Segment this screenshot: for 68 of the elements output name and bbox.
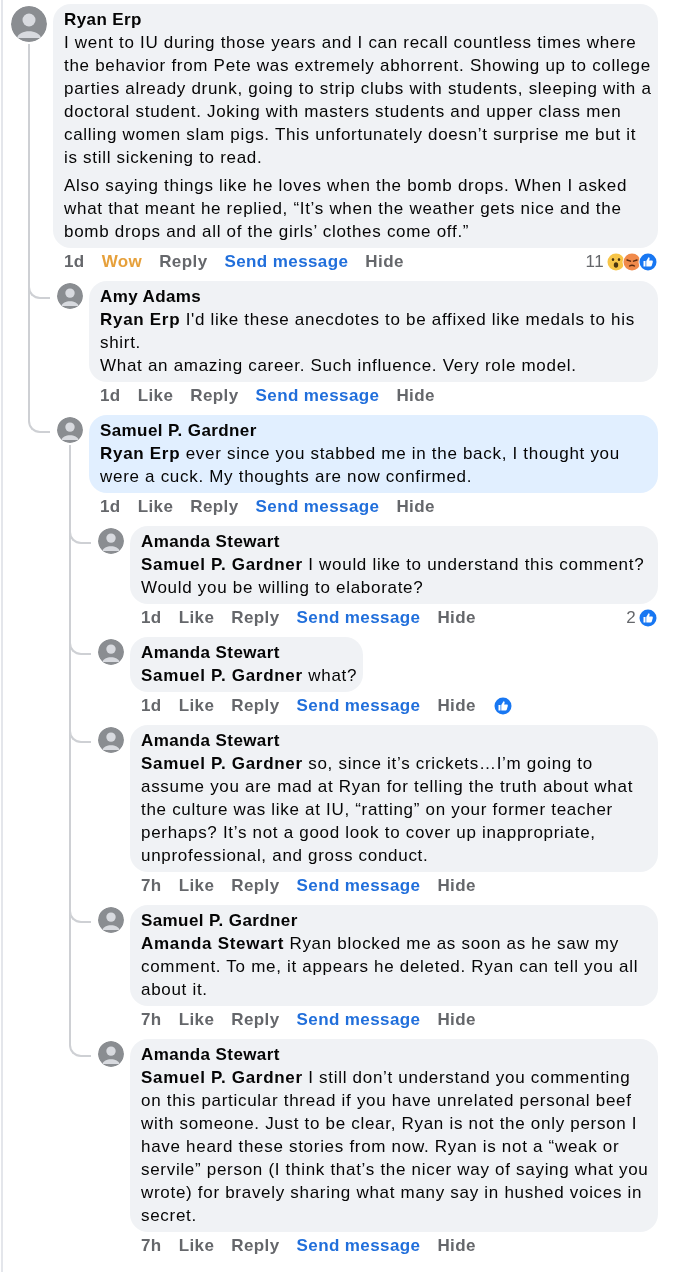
avatar[interactable] (98, 907, 124, 933)
hide-link[interactable]: Hide (396, 385, 435, 407)
avatar[interactable] (98, 727, 124, 753)
comment-text: Samuel P. Gardner I still don’t understand you commenting on this particular thread if you have unrelated personal beef with someone. Just to be clear, Ryan is not the only person I have heard these stories from now. Ryan is not a “weak or servile” person (I think that’s the nicer way of saying what you wrote) for bravely sharing what many say in hushed voices in secret. (141, 1067, 650, 1227)
like-link[interactable]: Like (178, 607, 215, 629)
reply-link[interactable]: Reply (231, 607, 280, 629)
timestamp[interactable]: 1d (64, 251, 85, 273)
like-link[interactable]: Like (178, 1009, 215, 1031)
reaction-count[interactable]: 2 (626, 607, 636, 629)
comment-text: Amanda Stewart Ryan blocked me as soon as he saw my comment. To me, it appears he deleted. Ryan can tell you all about it. (141, 933, 640, 1001)
author-name[interactable]: Amanda Stewart (141, 531, 652, 553)
hide-link[interactable]: Hide (365, 251, 404, 273)
send-message-link[interactable]: Send message (296, 695, 421, 717)
thread-connector (28, 415, 50, 433)
avatar[interactable] (98, 528, 124, 554)
send-message-link[interactable]: Send message (224, 251, 349, 273)
timestamp[interactable]: 1d (100, 385, 121, 407)
author-name[interactable]: Samuel P. Gardner (141, 910, 652, 932)
like-link[interactable]: Like (137, 385, 174, 407)
reply-link[interactable]: Reply (190, 385, 239, 407)
comment-text: Samuel P. Gardner what? (141, 665, 358, 687)
send-message-link[interactable]: Send message (255, 385, 380, 407)
comment-text: Also saying things like he loves when the bomb drops. When I asked what that meant he replied, “It’s when the weather gets nice and the bomb drops and all of the girls’ clothes come off.” (64, 175, 629, 243)
author-name[interactable]: Amanda Stewart (141, 642, 358, 664)
avatar[interactable] (11, 6, 47, 42)
timestamp[interactable]: 1d (141, 607, 162, 629)
comment-text: Ryan Erp ever since you stabbed me in the back, I thought you were a cuck. My thoughts are now confirmed. (100, 443, 621, 488)
thread-connector (69, 1039, 91, 1057)
comment-text: I went to IU during those years and I can recall countless times where the behavior from Pete was extremely abhorrent. Showing up to college parties already drunk, going to strip clubs with students, sleeping with a doctoral student. Joking with masters students and upper class men calling women slam pigs. This unfortunately doesn’t surprise me but it is still sickening to read. (64, 32, 652, 169)
send-message-link[interactable]: Send message (296, 607, 421, 629)
avatar[interactable] (57, 283, 83, 309)
send-message-link[interactable]: Send message (296, 875, 421, 897)
reply-link[interactable]: Reply (231, 1235, 280, 1257)
hide-link[interactable]: Hide (437, 695, 476, 717)
comment-text: Ryan Erp I'd like these anecdotes to be affixed like medals to his shirt. What an amazing career. Such influence. Very role model. (100, 309, 636, 377)
avatar[interactable] (98, 639, 124, 665)
like-link[interactable]: Like (178, 695, 215, 717)
reply-link[interactable]: Reply (231, 1009, 280, 1031)
like-link[interactable]: Like (178, 1235, 215, 1257)
send-message-link[interactable]: Send message (296, 1009, 421, 1031)
author-name[interactable]: Ryan Erp (64, 9, 652, 31)
like-link[interactable]: Like (178, 875, 215, 897)
hide-link[interactable]: Hide (437, 607, 476, 629)
author-name[interactable]: Amanda Stewart (141, 730, 652, 752)
reply-link[interactable]: Reply (231, 695, 280, 717)
send-message-link[interactable]: Send message (296, 1235, 421, 1257)
reaction-count[interactable]: 11 (585, 251, 604, 273)
timestamp[interactable]: 1d (141, 695, 162, 717)
timestamp[interactable]: 1d (100, 496, 121, 518)
author-name[interactable]: Amy Adams (100, 286, 652, 308)
author-name[interactable]: Samuel P. Gardner (100, 420, 652, 442)
reply-link[interactable]: Reply (231, 875, 280, 897)
send-message-link[interactable]: Send message (255, 496, 380, 518)
timestamp[interactable]: 7h (141, 1009, 162, 1031)
hide-link[interactable]: Hide (396, 496, 435, 518)
avatar[interactable] (57, 417, 83, 443)
reply-link[interactable]: Reply (159, 251, 208, 273)
comment-text: Samuel P. Gardner I would like to understand this comment? Would you be willing to elaborate? (141, 554, 646, 599)
timestamp[interactable]: 7h (141, 875, 162, 897)
avatar[interactable] (98, 1041, 124, 1067)
reply-link[interactable]: Reply (190, 496, 239, 518)
comment-text: Samuel P. Gardner so, since it’s crickets…I’m going to assume you are mad at Ryan for telling the truth about what the culture was like at IU, “ratting” on your former teacher perhaps? It’s not a good look to cover up inappropriate, unprofessional, and gross conduct. (141, 753, 635, 867)
hide-link[interactable]: Hide (437, 875, 476, 897)
hide-link[interactable]: Hide (437, 1235, 476, 1257)
hide-link[interactable]: Hide (437, 1009, 476, 1031)
timestamp[interactable]: 7h (141, 1235, 162, 1257)
like-link[interactable]: Like (137, 496, 174, 518)
author-name[interactable]: Amanda Stewart (141, 1044, 652, 1066)
